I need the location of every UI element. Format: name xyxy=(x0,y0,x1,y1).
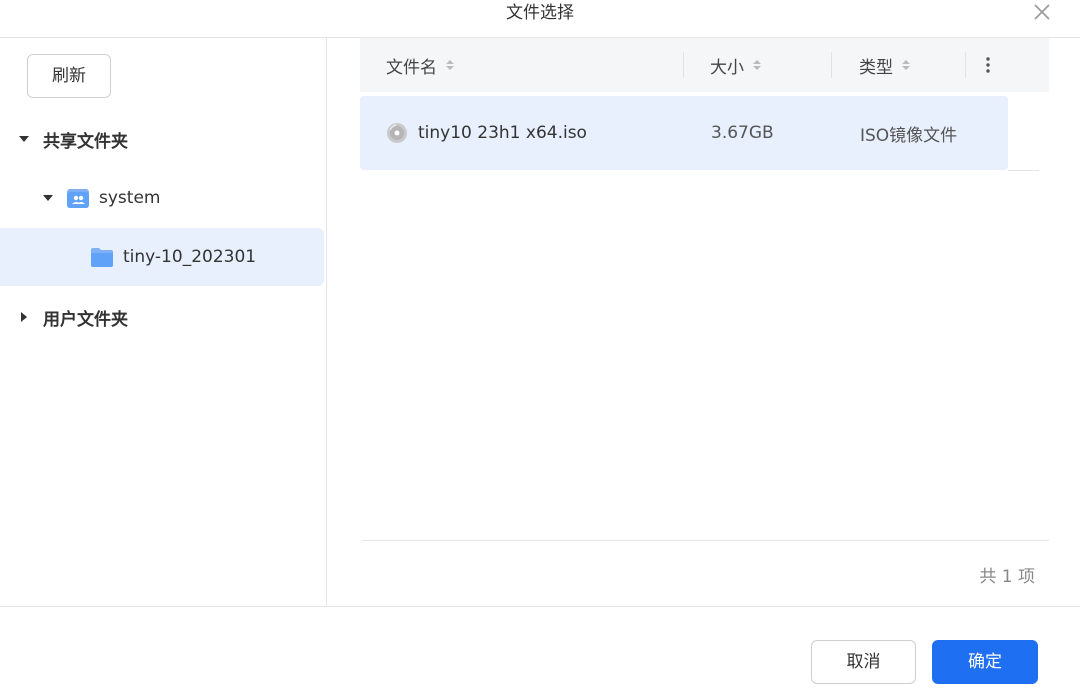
column-divider xyxy=(683,52,684,78)
row-divider xyxy=(1008,170,1039,171)
column-header-label: 类型 xyxy=(859,57,893,78)
cancel-button[interactable]: 取消 xyxy=(811,640,916,684)
item-count: 共 1 项 xyxy=(979,567,1035,587)
refresh-button[interactable]: 刷新 xyxy=(27,54,111,98)
dialog-title: 文件选择 xyxy=(506,3,574,23)
disc-icon xyxy=(387,123,407,143)
dialog-titlebar: 文件选择 xyxy=(0,0,1080,38)
column-header-type[interactable]: 类型 xyxy=(859,38,911,92)
tree-item-label: 共享文件夹 xyxy=(43,131,128,152)
column-divider xyxy=(965,52,966,78)
dialog-footer-divider xyxy=(0,606,1080,607)
file-list-panel: 文件名 大小 类型 tiny10 23h1 x64.iso 3.67GB ISO… xyxy=(327,38,1080,606)
table-header: 文件名 大小 类型 xyxy=(360,38,1049,92)
caret-down-icon[interactable] xyxy=(18,133,30,145)
caret-down-icon[interactable] xyxy=(42,192,54,204)
column-header-size[interactable]: 大小 xyxy=(710,38,762,92)
caret-right-icon[interactable] xyxy=(18,311,30,323)
confirm-button[interactable]: 确定 xyxy=(932,640,1038,684)
tree-item-tiny-10[interactable]: tiny-10_202301 xyxy=(0,228,324,286)
column-header-name[interactable]: 文件名 xyxy=(386,38,455,92)
tree-item-shared-folders[interactable]: 共享文件夹 xyxy=(0,110,324,168)
tree-item-label: system xyxy=(99,188,161,208)
sort-icon[interactable] xyxy=(752,58,762,72)
file-name: tiny10 23h1 x64.iso xyxy=(418,123,587,143)
tree-item-label: tiny-10_202301 xyxy=(123,247,257,267)
table-row[interactable]: tiny10 23h1 x64.iso 3.67GB ISO镜像文件 xyxy=(360,96,1008,170)
list-footer-divider xyxy=(362,540,1049,541)
tree-item-user-folders[interactable]: 用户文件夹 xyxy=(0,288,324,346)
file-size: 3.67GB xyxy=(711,123,774,143)
sidebar: 刷新 共享文件夹 system tiny-10_202301 用户文件夹 xyxy=(0,38,327,606)
sort-icon[interactable] xyxy=(901,58,911,72)
column-header-label: 文件名 xyxy=(386,57,437,78)
file-name-cell: tiny10 23h1 x64.iso xyxy=(386,96,587,170)
sort-icon[interactable] xyxy=(445,58,455,72)
shared-folder-icon xyxy=(67,189,89,208)
column-header-label: 大小 xyxy=(710,57,744,78)
folder-icon xyxy=(91,248,113,267)
file-type: ISO镜像文件 xyxy=(860,125,958,146)
tree-item-label: 用户文件夹 xyxy=(43,309,128,330)
column-divider xyxy=(831,52,832,78)
tree-item-system[interactable]: system xyxy=(0,169,324,227)
more-vertical-icon[interactable] xyxy=(978,51,998,79)
close-icon[interactable] xyxy=(1032,2,1052,22)
